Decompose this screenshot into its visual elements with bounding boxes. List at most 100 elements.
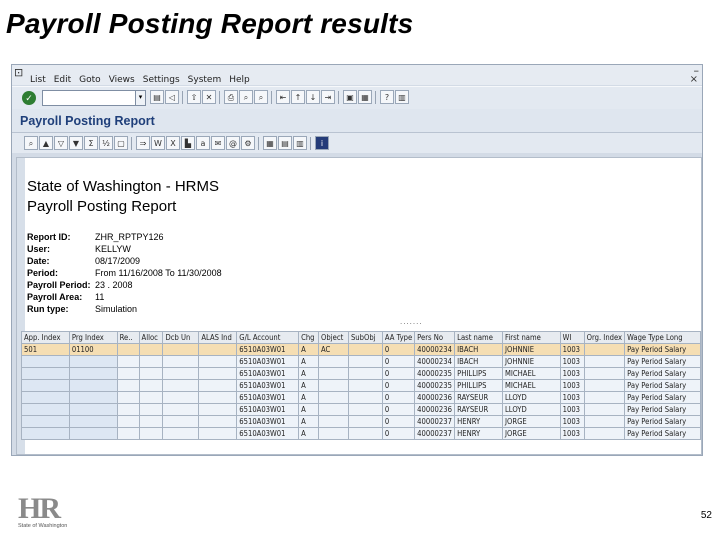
table-cell: [347, 343, 383, 356]
prev-page-icon[interactable]: ↑: [291, 90, 305, 104]
close-icon[interactable]: ×: [690, 74, 698, 85]
table-cell: [347, 391, 383, 404]
find-icon[interactable]: ⌕: [239, 90, 253, 104]
menu-help[interactable]: Help: [229, 75, 250, 85]
splitter-handle[interactable]: .......: [400, 317, 423, 326]
first-page-icon[interactable]: ⇤: [276, 90, 290, 104]
menu-goto[interactable]: Goto: [79, 75, 101, 85]
table-cell: [347, 403, 383, 416]
graphic-icon[interactable]: ▙: [181, 136, 195, 150]
table-row[interactable]: 6510A03W01 A 0 40000236 RAYSEUR LLOYD 1003 Pay …: [21, 403, 701, 416]
exit-icon[interactable]: ⇧: [187, 90, 201, 104]
table-cell: [162, 379, 200, 392]
column-header[interactable]: Alloc: [138, 331, 164, 344]
change-layout-icon[interactable]: ▦: [263, 136, 277, 150]
table-cell: 6510A03W01: [236, 403, 300, 416]
save-layout-icon[interactable]: ▥: [293, 136, 307, 150]
table-cell: Pay Period Salary: [624, 379, 701, 392]
window-menu-icon[interactable]: ⊡: [14, 66, 23, 79]
menu-system[interactable]: System: [188, 75, 222, 85]
help-icon[interactable]: ?: [380, 90, 394, 104]
information-icon[interactable]: i: [315, 136, 329, 150]
filter-icon[interactable]: ▽: [54, 136, 68, 150]
column-header[interactable]: WI: [559, 331, 585, 344]
back-icon[interactable]: ◁: [165, 90, 179, 104]
table-cell: [583, 355, 626, 368]
select-layout-icon[interactable]: ▤: [278, 136, 292, 150]
header-value: 23 . 2008: [95, 280, 133, 290]
next-page-icon[interactable]: ↓: [306, 90, 320, 104]
shortcut-icon[interactable]: ▦: [358, 90, 372, 104]
table-cell: [68, 355, 118, 368]
last-page-icon[interactable]: ⇥: [321, 90, 335, 104]
new-session-icon[interactable]: ▣: [343, 90, 357, 104]
column-header[interactable]: Org. Index: [583, 331, 626, 344]
menu-settings[interactable]: Settings: [143, 75, 180, 85]
table-cell: 0: [381, 403, 416, 416]
word-icon[interactable]: W: [151, 136, 165, 150]
table-cell: MICHAEL: [501, 367, 561, 380]
column-header[interactable]: App. Index: [21, 331, 70, 344]
table-cell: MICHAEL: [501, 379, 561, 392]
column-header[interactable]: Re..: [116, 331, 140, 344]
subtotals-icon[interactable]: ½: [99, 136, 113, 150]
save-icon[interactable]: ▤: [150, 90, 164, 104]
layout-icon[interactable]: ▥: [395, 90, 409, 104]
table-cell: 6510A03W01: [236, 415, 300, 428]
sort-ascending-icon[interactable]: ▲: [39, 136, 53, 150]
table-cell: [68, 379, 118, 392]
table-cell: A: [298, 343, 320, 356]
mail-icon[interactable]: @: [226, 136, 240, 150]
menu-list[interactable]: List: [30, 75, 46, 85]
table-row[interactable]: 6510A03W01 A 0 40000237 HENRY JORGE 1003 Pay Pe…: [21, 427, 701, 440]
workflow-icon[interactable]: ⚙: [241, 136, 255, 150]
find-next-icon[interactable]: ⌕: [254, 90, 268, 104]
export-icon[interactable]: ⇒: [136, 136, 150, 150]
table-row[interactable]: 6510A03W01 A 0 40000234 IBACH JOHNNIE 1003 Pay …: [21, 355, 701, 368]
table-cell: [198, 427, 238, 440]
totals-icon[interactable]: Σ: [84, 136, 98, 150]
column-header[interactable]: SubObj: [347, 331, 383, 344]
table-row[interactable]: 501 01100 6510A03W01 A AC 0 40000234 IBACH JOHNN…: [21, 343, 701, 356]
table-row[interactable]: 6510A03W01 A 0 40000235 PHILLIPS MICHAEL 1003 P…: [21, 379, 701, 392]
enter-icon[interactable]: ✓: [22, 91, 36, 105]
details-icon[interactable]: ⌕: [24, 136, 38, 150]
column-header[interactable]: Prg Index: [68, 331, 118, 344]
sort-descending-icon[interactable]: ▼: [69, 136, 83, 150]
table-cell: [318, 403, 349, 416]
table-cell: 0: [381, 427, 416, 440]
print-preview-icon[interactable]: ▢: [114, 136, 128, 150]
column-header[interactable]: Wage Type Long: [624, 331, 701, 344]
command-field[interactable]: [42, 90, 136, 106]
column-header[interactable]: G/L Account: [236, 331, 300, 344]
column-header[interactable]: ALAS Ind: [198, 331, 238, 344]
column-header[interactable]: Object: [318, 331, 349, 344]
report-header: Report ID: ZHR_RPTPY126 User: KELLYW Date:…: [27, 231, 222, 315]
menu-edit[interactable]: Edit: [54, 75, 71, 85]
menu-bar: ⊡ List Edit Goto Views Settings System H…: [12, 65, 702, 85]
table-row[interactable]: 6510A03W01 A 0 40000235 PHILLIPS MICHAEL 1003 P…: [21, 367, 701, 380]
table-cell: [116, 355, 140, 368]
print-icon[interactable]: ⎙: [224, 90, 238, 104]
column-header[interactable]: AA Type: [381, 331, 416, 344]
logo-letters: HR: [18, 492, 61, 525]
send-icon[interactable]: ✉: [211, 136, 225, 150]
column-header[interactable]: Last name: [454, 331, 503, 344]
cancel-icon[interactable]: ✕: [202, 90, 216, 104]
abc-analysis-icon[interactable]: a: [196, 136, 210, 150]
column-header[interactable]: Chg: [298, 331, 320, 344]
excel-icon[interactable]: X: [166, 136, 180, 150]
table-cell: JOHNNIE: [501, 343, 561, 356]
column-header[interactable]: First name: [501, 331, 561, 344]
table-row[interactable]: 6510A03W01 A 0 40000236 RAYSEUR LLOYD 1003 Pay …: [21, 391, 701, 404]
table-cell: A: [298, 415, 320, 428]
table-cell: [21, 415, 70, 428]
command-dropdown-icon[interactable]: ▾: [135, 90, 146, 106]
table-cell: [138, 367, 164, 380]
table-row[interactable]: 6510A03W01 A 0 40000237 HENRY JORGE 1003 Pay Pe…: [21, 415, 701, 428]
table-cell: 1003: [559, 403, 585, 416]
column-header[interactable]: Dcb Un: [162, 331, 200, 344]
menu-views[interactable]: Views: [109, 75, 135, 85]
column-header[interactable]: Pers No: [414, 331, 456, 344]
table-body: 501 01100 6510A03W01 A AC 0 40000234 IBACH JOHNN…: [21, 343, 701, 440]
